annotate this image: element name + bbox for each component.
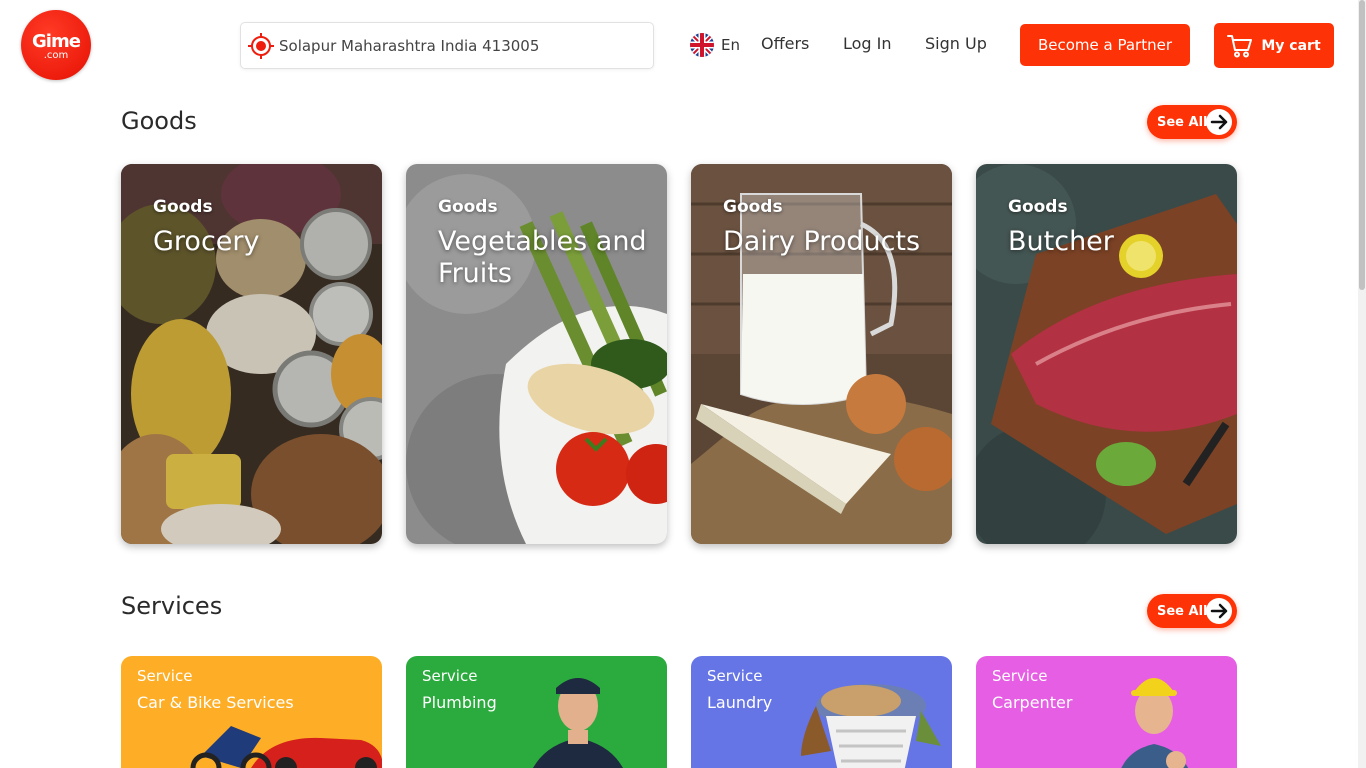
service-card-laundry[interactable]: Service Laundry [691, 656, 952, 768]
service-card-carpenter[interactable]: Service Carpenter [976, 656, 1237, 768]
services-see-all-label: See All [1157, 603, 1208, 619]
goods-card-kicker: Goods [438, 197, 498, 217]
services-section-title: Services [121, 592, 223, 620]
service-card-kicker: Service [137, 667, 193, 685]
service-card-title: Carpenter [992, 693, 1073, 712]
goods-section-title: Goods [121, 107, 197, 135]
language-selector[interactable]: En [690, 33, 740, 57]
language-label: En [721, 36, 740, 54]
scrollbar-thumb[interactable] [1359, 0, 1365, 290]
grocery-image [121, 164, 382, 544]
become-partner-label: Become a Partner [1037, 36, 1173, 54]
service-card-plumbing[interactable]: Service Plumbing [406, 656, 667, 768]
my-cart-button[interactable]: My cart [1214, 23, 1334, 68]
service-card-title: Car & Bike Services [137, 693, 294, 712]
site-logo[interactable]: Gime .com [21, 10, 91, 80]
goods-card-title: Grocery [153, 226, 260, 257]
signup-link[interactable]: Sign Up [925, 34, 987, 53]
service-card-kicker: Service [992, 667, 1048, 685]
arrow-right-icon [1206, 598, 1232, 624]
cart-icon [1227, 34, 1253, 58]
my-cart-label: My cart [1261, 37, 1321, 54]
top-header: Gime .com Solapur Maharashtra India 4130… [0, 0, 1366, 92]
logo-brand: Gime [32, 31, 81, 52]
butcher-image [976, 164, 1237, 544]
goods-card-kicker: Goods [723, 197, 783, 217]
goods-card-vegetables-fruits[interactable]: Goods Vegetables and Fruits [406, 164, 667, 544]
service-card-kicker: Service [707, 667, 763, 685]
goods-card-kicker: Goods [153, 197, 213, 217]
goods-card-dairy-products[interactable]: Goods Dairy Products [691, 164, 952, 544]
service-card-car-bike[interactable]: Service Car & Bike Services [121, 656, 382, 768]
arrow-right-icon [1206, 109, 1232, 135]
vegetables-image [406, 164, 667, 544]
dairy-image [691, 164, 952, 544]
service-card-title: Plumbing [422, 693, 497, 712]
goods-card-title: Dairy Products [723, 226, 921, 257]
uk-flag-icon [690, 33, 714, 57]
goods-see-all-label: See All [1157, 114, 1208, 130]
goods-card-kicker: Goods [1008, 197, 1068, 217]
become-partner-button[interactable]: Become a Partner [1020, 24, 1190, 66]
location-value: Solapur Maharashtra India 413005 [279, 36, 540, 55]
service-card-kicker: Service [422, 667, 478, 685]
offers-link[interactable]: Offers [761, 34, 809, 53]
goods-card-title: Butcher [1008, 226, 1114, 257]
goods-see-all-button[interactable]: See All [1147, 105, 1237, 139]
goods-card-title: Vegetables and Fruits [438, 226, 647, 289]
logo-tld: .com [43, 50, 69, 61]
page-scrollbar[interactable] [1358, 0, 1366, 768]
location-target-icon [248, 32, 274, 59]
goods-card-grocery[interactable]: Goods Grocery [121, 164, 382, 544]
services-see-all-button[interactable]: See All [1147, 594, 1237, 628]
login-link[interactable]: Log In [843, 34, 892, 53]
service-card-title: Laundry [707, 693, 773, 712]
goods-card-butcher[interactable]: Goods Butcher [976, 164, 1237, 544]
location-input[interactable]: Solapur Maharashtra India 413005 [240, 22, 654, 69]
